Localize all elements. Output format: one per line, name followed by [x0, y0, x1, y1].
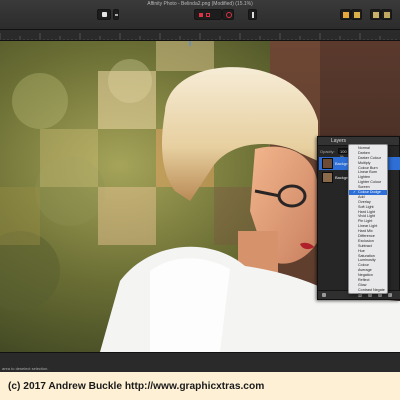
copyright-caption: (c) 2017 Andrew Buckle http://www.graphi… [0, 372, 400, 400]
blend-mode-label: Overlay [358, 199, 371, 204]
blend-mode-menu: Normal Darken Darker Colour Multiply Colour … [348, 144, 388, 297]
opacity-label: Opacity: [320, 149, 335, 154]
layers-tab[interactable]: Layers [331, 138, 346, 144]
blend-mode-label: Colour [358, 263, 369, 268]
horizontal-ruler[interactable] [0, 30, 400, 41]
status-text: area to deselect selection. [2, 366, 49, 371]
blend-mode-label: Erase [358, 292, 368, 297]
blend-mode-label: Average [358, 268, 372, 273]
blend-mode-label: Darken [358, 150, 370, 155]
blend-mode-label: Negation [358, 273, 373, 278]
delete-layer-icon[interactable] [388, 293, 392, 297]
layer-thumbnail [322, 158, 333, 169]
blend-mode-label: Soft Light [358, 204, 374, 209]
title-toolbar: Affinity Photo - Belinda2.png (Modified)… [0, 0, 400, 30]
blend-mode-label: Difference [358, 234, 375, 239]
selection-mode-icon[interactable] [113, 9, 119, 20]
blend-mode-label: Multiply [358, 160, 371, 165]
arrange-icon[interactable] [222, 9, 234, 20]
blend-mode-label: Luminosity [358, 258, 376, 263]
view-icon[interactable] [381, 9, 392, 20]
blend-mode-label: Screen [358, 185, 370, 190]
export-icon[interactable] [370, 9, 381, 20]
blend-mode-label: Vivid Light [358, 214, 375, 219]
snapping-icon[interactable] [194, 9, 222, 20]
blend-mode-label: Saturation [358, 253, 375, 258]
blend-mode-label: Add [358, 194, 365, 199]
affinity-photo-window: Affinity Photo - Belinda2.png (Modified)… [0, 0, 400, 400]
layer-thumbnail [322, 172, 333, 183]
document-canvas[interactable]: Layers Opacity: 100 % Background Backgro… [0, 41, 400, 352]
blend-mode-label: Hue [358, 248, 365, 253]
blend-mode-label: Hard Mix [358, 229, 373, 234]
blend-mode-label: Linear Light [358, 224, 378, 229]
align-icon[interactable] [248, 9, 257, 20]
blend-mode-option[interactable]: Erase [349, 293, 387, 298]
blend-mode-label: Colour Burn [358, 165, 378, 170]
blend-mode-label: Exclusion [358, 238, 374, 243]
status-bar: area to deselect selection. [0, 352, 400, 372]
window-title: Affinity Photo - Belinda2.png (Modified)… [147, 1, 253, 7]
blend-mode-label: Glow [358, 282, 367, 287]
assistant-icon[interactable] [351, 9, 362, 20]
layer-settings-icon[interactable] [322, 293, 326, 297]
blend-mode-label: Hard Light [358, 209, 376, 214]
persona-icon[interactable] [97, 9, 111, 20]
blend-mode-label: Contrast Negate [358, 287, 385, 292]
order-icon[interactable] [340, 9, 351, 20]
blend-mode-label: Darker Colour [358, 155, 381, 160]
blend-mode-label: Colour Dodge [358, 190, 381, 195]
caption-text: (c) 2017 Andrew Buckle http://www.graphi… [8, 381, 265, 392]
blend-mode-label: Normal [358, 146, 370, 150]
blend-mode-label: Pin Light [358, 219, 373, 224]
blend-mode-label: Lighter Colour [358, 180, 382, 185]
blend-mode-label: Reflect [358, 278, 370, 283]
blend-mode-label: Subtract [358, 243, 372, 248]
blend-mode-label: Linear Burn [358, 170, 378, 175]
blend-mode-label: Lighten [358, 175, 371, 180]
